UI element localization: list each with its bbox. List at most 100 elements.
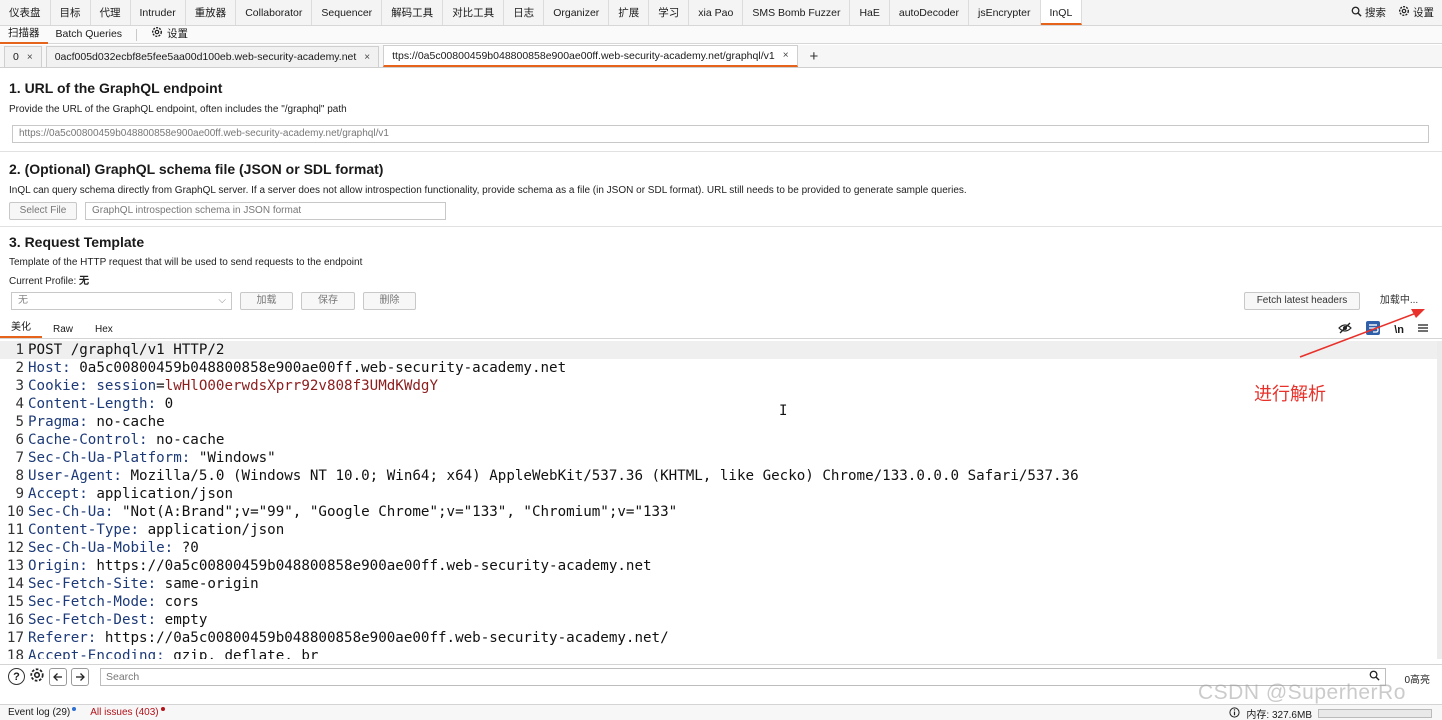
- tab-scanner[interactable]: 扫描器: [0, 25, 48, 44]
- delete-profile-button[interactable]: 删除: [363, 292, 416, 310]
- tab-pretty[interactable]: 美化: [0, 320, 42, 338]
- loading-button[interactable]: 加载中...: [1368, 292, 1430, 310]
- menu-icon[interactable]: [1418, 323, 1428, 336]
- header-name: Sec-Fetch-Site: [28, 576, 148, 592]
- line-content: Sec-Fetch-Mode: cors: [28, 593, 199, 611]
- code-line: 2 Host: 0a5c00800459b048800858e900ae00ff.…: [0, 359, 1438, 377]
- line-number: 11: [6, 522, 24, 538]
- header-colon: :: [147, 576, 157, 592]
- fetch-latest-headers-button[interactable]: Fetch latest headers: [1244, 292, 1360, 310]
- profile-select[interactable]: 无 ⌵: [11, 292, 232, 310]
- menu-item[interactable]: autoDecoder: [890, 0, 969, 25]
- line-number: 17: [6, 630, 24, 646]
- search-icon: [1351, 6, 1362, 20]
- section-schema-title: 2. (Optional) GraphQL schema file (JSON …: [9, 161, 384, 177]
- annotation-text: 进行解析: [1254, 384, 1326, 405]
- line-content: Sec-Ch-Ua-Platform: "Windows": [28, 449, 276, 467]
- header-value: https://0a5c00800459b048800858e900ae00ff…: [96, 630, 669, 646]
- menu-item[interactable]: 学习: [649, 0, 690, 25]
- line-number: 1: [15, 342, 24, 358]
- section-template-title: 3. Request Template: [9, 234, 145, 250]
- menu-item[interactable]: HaE: [850, 0, 890, 25]
- cookie-equals: =: [156, 378, 165, 394]
- search-placeholder: Search: [106, 671, 140, 683]
- search-menu-button[interactable]: 搜索: [1351, 5, 1386, 20]
- header-name: Cache-Control: [28, 432, 140, 448]
- newline-toggle[interactable]: \n: [1394, 324, 1404, 336]
- header-colon: :: [79, 558, 88, 574]
- menu-item[interactable]: 目标: [51, 0, 91, 25]
- status-bar: Event log (29) All issues (403) 内存: 327.…: [0, 704, 1442, 720]
- info-icon: [1229, 706, 1240, 720]
- code-line: 3 Cookie: session=lwHlO00erwdsXprr92v808f…: [0, 377, 1438, 395]
- schema-file-input[interactable]: GraphQL introspection schema in JSON for…: [85, 202, 446, 220]
- header-colon: :: [147, 612, 157, 628]
- profile-select-value: 无: [18, 295, 28, 306]
- tab-batch-queries[interactable]: Batch Queries: [48, 26, 131, 43]
- header-name: Origin: [28, 558, 80, 574]
- issues-link[interactable]: All issues (403): [90, 707, 165, 718]
- code-line: 4 Content-Length: 0: [0, 395, 1438, 413]
- menu-item[interactable]: xia Pao: [689, 0, 744, 25]
- add-tab-button[interactable]: +: [802, 47, 827, 67]
- line-number: 15: [6, 594, 24, 610]
- endpoint-tab[interactable]: 0 ×: [4, 46, 42, 67]
- request-editor[interactable]: 1 POST /graphql/v1 HTTP/2 2 Host: 0a5c00800…: [0, 341, 1438, 659]
- event-log-link[interactable]: Event log (29): [8, 707, 77, 718]
- previous-match-button[interactable]: [49, 667, 67, 686]
- select-file-button[interactable]: Select File: [9, 202, 77, 220]
- menu-item[interactable]: InQL: [1040, 0, 1083, 25]
- header-colon: :: [130, 522, 140, 538]
- menu-item[interactable]: 重放器: [186, 0, 237, 25]
- menu-item[interactable]: 日志: [504, 0, 545, 25]
- tab-settings[interactable]: 设置: [143, 26, 196, 44]
- header-value: cors: [156, 594, 199, 610]
- code-line: 17 Referer: https://0a5c00800459b04880085…: [0, 629, 1438, 647]
- menu-item[interactable]: 解码工具: [382, 0, 444, 25]
- header-name: Content-Type: [28, 522, 131, 538]
- menu-item[interactable]: 代理: [91, 0, 131, 25]
- menubar-right: 搜索 设置: [1351, 0, 1442, 25]
- tab-hex[interactable]: Hex: [84, 322, 124, 338]
- header-name: Content-Length: [28, 396, 148, 412]
- save-profile-button[interactable]: 保存: [301, 292, 355, 310]
- line-content: Content-Type: application/json: [28, 521, 284, 539]
- line-content: Cache-Control: no-cache: [28, 431, 224, 449]
- code-line: 13 Origin: https://0a5c00800459b048800858…: [0, 557, 1438, 575]
- header-value: 0: [156, 396, 174, 412]
- header-value: no-cache: [147, 432, 225, 448]
- endpoint-tab[interactable]: 0acf005d032ecbf8e5fee5aa00d100eb.web-sec…: [45, 46, 380, 67]
- hide-icon[interactable]: [1338, 322, 1353, 337]
- tab-raw[interactable]: Raw: [42, 322, 84, 338]
- menu-item[interactable]: Organizer: [544, 0, 610, 25]
- main-menu-bar: 仪表盘 目标 代理 Intruder 重放器 Collaborator Sequencer 解…: [0, 0, 1442, 26]
- arrow-right-icon: [76, 672, 85, 681]
- search-input[interactable]: Search: [100, 668, 1386, 686]
- close-icon[interactable]: ×: [27, 52, 33, 63]
- header-colon: :: [181, 450, 191, 466]
- load-profile-button[interactable]: 加载: [240, 292, 293, 310]
- menu-item[interactable]: Collaborator: [236, 0, 313, 25]
- header-value: 0a5c00800459b048800858e900ae00ff.web-sec…: [70, 360, 567, 376]
- help-icon[interactable]: ?: [8, 668, 25, 685]
- menu-item[interactable]: SMS Bomb Fuzzer: [743, 0, 851, 25]
- menu-item[interactable]: Sequencer: [312, 0, 383, 25]
- line-content: Host: 0a5c00800459b048800858e900ae00ff.w…: [28, 359, 566, 377]
- section-divider: [0, 151, 1442, 152]
- endpoint-tab-active[interactable]: ttps://0a5c00800459b048800858e900ae00ff.…: [383, 45, 798, 67]
- next-match-button[interactable]: [71, 667, 89, 686]
- menu-item[interactable]: jsEncrypter: [969, 0, 1041, 25]
- wrap-lines-icon[interactable]: [1366, 321, 1381, 338]
- endpoint-url-input[interactable]: https://0a5c00800459b048800858e900ae00ff…: [12, 125, 1429, 143]
- header-value: gzip, deflate, br: [164, 648, 319, 659]
- close-icon[interactable]: ×: [364, 52, 370, 63]
- close-icon[interactable]: ×: [783, 50, 789, 61]
- menu-item[interactable]: 对比工具: [443, 0, 505, 25]
- editor-scrollbar[interactable]: [1437, 341, 1442, 659]
- menu-item[interactable]: 扩展: [609, 0, 650, 25]
- line-number: 14: [6, 576, 24, 592]
- gear-icon[interactable]: [29, 667, 45, 686]
- menu-item[interactable]: 仪表盘: [0, 0, 51, 25]
- settings-menu-button[interactable]: 设置: [1398, 5, 1434, 20]
- menu-item[interactable]: Intruder: [131, 0, 186, 25]
